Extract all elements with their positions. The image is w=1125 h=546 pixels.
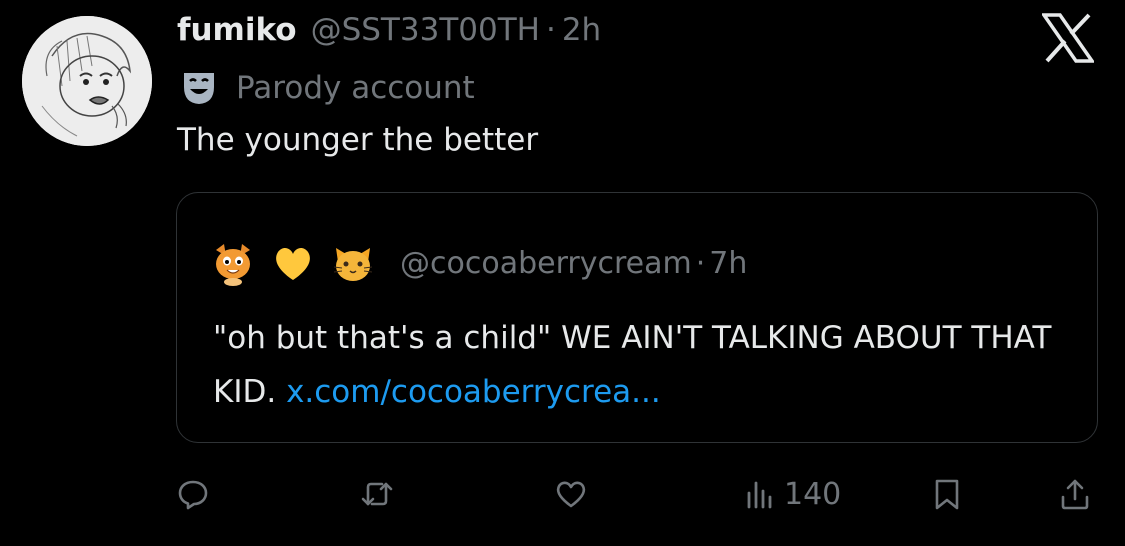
timestamp[interactable]: 2h — [562, 12, 601, 48]
views-chart-icon — [747, 481, 772, 509]
separator-dot: · — [545, 12, 556, 48]
retweet-icon — [361, 482, 393, 506]
quoted-tweet-card[interactable]: @cocoaberrycream · 7h "oh but that's a c… — [176, 192, 1098, 443]
avatar-sketch-image — [22, 16, 152, 146]
action-bar: 140 — [0, 470, 1125, 520]
heart-icon — [556, 481, 586, 508]
share-button[interactable] — [1058, 470, 1092, 518]
x-logo-icon — [1040, 13, 1096, 63]
tweet-header: fumiko @SST33T00TH · 2h — [177, 12, 601, 52]
cat-face-emoji — [210, 240, 256, 286]
separator-dot: · — [695, 245, 706, 281]
tweet-text: The younger the better — [177, 122, 539, 158]
bookmark-icon — [935, 479, 959, 510]
theater-mask-icon — [180, 69, 218, 107]
views-count: 140 — [784, 476, 842, 512]
retweet-button[interactable] — [360, 470, 394, 518]
quoted-link[interactable]: x.com/cocoaberrycrea... — [286, 374, 661, 410]
quoted-timestamp[interactable]: 7h — [709, 246, 747, 281]
cat-face-emoji — [330, 240, 376, 286]
quoted-user-handle[interactable]: @cocoaberrycream — [400, 246, 692, 281]
parody-badge: Parody account — [180, 68, 475, 108]
quoted-tweet-header: @cocoaberrycream · 7h — [210, 238, 747, 288]
share-icon — [1061, 479, 1089, 510]
reply-icon — [178, 480, 208, 510]
user-handle[interactable]: @SST33T00TH — [311, 12, 540, 48]
display-name[interactable]: fumiko — [177, 12, 297, 48]
like-button[interactable] — [554, 470, 588, 518]
views-button[interactable]: 140 — [744, 470, 841, 518]
avatar[interactable] — [22, 16, 152, 146]
yellow-heart-emoji — [270, 240, 316, 286]
parody-label: Parody account — [236, 70, 475, 106]
bookmark-button[interactable] — [930, 470, 964, 518]
quoted-tweet-text: "oh but that's a child" WE AIN'T TALKING… — [213, 311, 1073, 419]
reply-button[interactable] — [176, 470, 210, 518]
